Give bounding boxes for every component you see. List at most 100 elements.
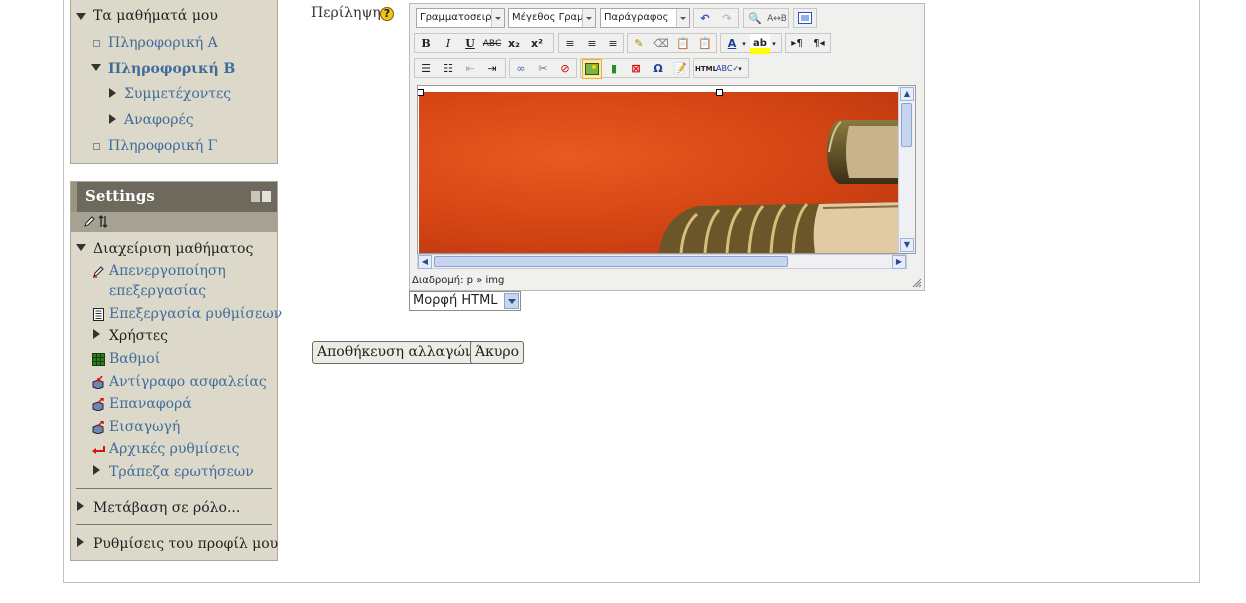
chevron-down-icon[interactable]: ▾ bbox=[739, 34, 749, 54]
editor-content-area[interactable]: ▲ ▼ bbox=[417, 85, 916, 254]
expand-icon bbox=[109, 114, 116, 124]
expand-icon bbox=[93, 329, 100, 339]
toc-icon[interactable]: ⊠ bbox=[626, 59, 646, 79]
scrollbar-thumb[interactable] bbox=[901, 103, 912, 147]
fullscreen-group bbox=[793, 8, 817, 28]
settings-item-label: Επεξεργασία ρυθμίσεων bbox=[109, 306, 283, 322]
font-family-select[interactable]: Γραμματοσειρά bbox=[416, 8, 505, 28]
scroll-up-icon[interactable]: ▲ bbox=[900, 87, 914, 101]
settings-controls-bar bbox=[71, 212, 277, 232]
divider bbox=[76, 488, 272, 489]
scroll-right-icon[interactable]: ▶ bbox=[892, 255, 906, 269]
expand-icon bbox=[109, 88, 116, 98]
cancel-button[interactable]: Άκυρο bbox=[470, 341, 525, 364]
resize-handle[interactable] bbox=[716, 89, 723, 96]
bold-icon[interactable]: B bbox=[416, 34, 436, 54]
clean-paste-group: ✎ ⌫ 📋 📋 bbox=[627, 33, 717, 53]
numbered-list-icon[interactable]: ☷ bbox=[438, 59, 458, 79]
text-format-value: Μορφή HTML bbox=[413, 293, 498, 308]
strikethrough-icon[interactable]: ABC bbox=[482, 34, 502, 54]
expand-icon bbox=[93, 465, 100, 475]
chevron-down-icon[interactable]: ▾ bbox=[734, 59, 746, 79]
nolink-icon[interactable]: ⊘ bbox=[555, 59, 575, 79]
superscript-icon[interactable]: x² bbox=[527, 34, 547, 54]
align-center-icon[interactable]: ≡ bbox=[582, 34, 602, 54]
subscript-icon[interactable]: x₂ bbox=[504, 34, 524, 54]
settings-item-label: Επαναφορά bbox=[109, 396, 192, 412]
settings-block: Settings Διαχείριση μαθήματος Απενεργοπο… bbox=[70, 181, 282, 561]
settings-item-label-line2: επεξεργασίας bbox=[109, 283, 207, 299]
italic-icon[interactable]: I bbox=[438, 34, 458, 54]
books-image[interactable] bbox=[419, 92, 909, 253]
html-spell-group: HTML ABC✓ ▾ bbox=[693, 58, 749, 78]
link-icon[interactable]: ∞ bbox=[511, 59, 531, 79]
pencil-icon bbox=[93, 266, 104, 278]
image-icon[interactable] bbox=[582, 59, 602, 79]
redo-icon[interactable]: ↷ bbox=[717, 9, 737, 29]
fullscreen-icon[interactable] bbox=[795, 8, 815, 28]
highlight-color-icon[interactable]: ab bbox=[750, 34, 770, 54]
align-left-icon[interactable]: ≡ bbox=[560, 34, 580, 54]
scrollbar-thumb[interactable] bbox=[434, 256, 788, 267]
nav-my-courses-label: Τα μαθήματά μου bbox=[93, 8, 218, 24]
unlink-icon[interactable]: ✂ bbox=[533, 59, 553, 79]
undo-icon[interactable]: ↶ bbox=[695, 9, 715, 29]
media-icon[interactable]: ▮ bbox=[604, 59, 624, 79]
collapse-icon bbox=[76, 13, 86, 20]
paste-icon[interactable]: 📋 bbox=[673, 34, 693, 54]
template-icon[interactable]: 📝 bbox=[670, 59, 690, 79]
html-source-icon[interactable]: HTML bbox=[695, 59, 717, 79]
divider bbox=[76, 524, 272, 525]
paste-word-icon[interactable]: 📋 bbox=[695, 34, 715, 54]
scroll-down-icon[interactable]: ▼ bbox=[900, 238, 914, 252]
chevron-down-icon bbox=[491, 9, 504, 27]
text-format-select[interactable]: Μορφή HTML bbox=[409, 291, 521, 311]
settings-doc-icon bbox=[93, 308, 104, 321]
resize-handle[interactable] bbox=[418, 89, 424, 96]
special-char-icon[interactable]: Ω bbox=[648, 59, 668, 79]
resize-grip-icon[interactable] bbox=[912, 278, 922, 288]
bullet-list-icon[interactable]: ☰ bbox=[416, 59, 436, 79]
align-group: ≡ ≡ ≡ bbox=[558, 33, 624, 53]
horizontal-scrollbar[interactable]: ◀ ▶ bbox=[417, 254, 907, 269]
reset-icon bbox=[92, 446, 105, 454]
help-icon[interactable]: ? bbox=[380, 7, 394, 21]
cleanup-icon[interactable]: ✎ bbox=[629, 34, 649, 54]
toolbar-row-2: B I U ABC x₂ x² ≡ ≡ ≡ ✎ ⌫ 📋 📋 A ▾ ab ▾ ▸… bbox=[414, 33, 919, 55]
navigation-block: Τα μαθήματά μου Πληροφορική Α Πληροφορικ… bbox=[70, 0, 278, 164]
save-changes-button[interactable]: Αποθήκευση αλλαγών bbox=[312, 341, 479, 364]
underline-icon[interactable]: U bbox=[460, 34, 480, 54]
font-size-select[interactable]: Μέγεθος Γραμματοσειράς bbox=[508, 8, 596, 28]
outdent-icon[interactable]: ⇤ bbox=[460, 59, 480, 79]
paragraph-format-select[interactable]: Παράγραφος bbox=[600, 8, 690, 28]
expand-icon bbox=[77, 537, 84, 547]
collapse-icon bbox=[76, 244, 86, 251]
direction-group: ▸¶ ¶◂ bbox=[785, 33, 831, 53]
bullet-icon bbox=[93, 40, 100, 47]
books-illustration bbox=[659, 120, 909, 253]
summary-label: Περίληψη bbox=[311, 5, 381, 21]
settings-item-label: Τράπεζα ερωτήσεων bbox=[109, 464, 254, 480]
edit-icon[interactable] bbox=[83, 215, 95, 228]
chevron-down-icon[interactable]: ▾ bbox=[769, 34, 779, 54]
find-icon[interactable]: 🔍 bbox=[745, 9, 765, 29]
switch-role-label: Μετάβαση σε ρόλο... bbox=[93, 500, 241, 516]
rtl-icon[interactable]: ¶◂ bbox=[809, 34, 829, 54]
font-family-select-text: Γραμματοσειρά bbox=[420, 12, 499, 23]
settings-item-label: Βαθμοί bbox=[109, 351, 161, 367]
settings-title: Settings bbox=[85, 187, 155, 205]
move-icon[interactable] bbox=[97, 215, 109, 228]
indent-icon[interactable]: ⇥ bbox=[482, 59, 502, 79]
replace-icon[interactable]: A↔B bbox=[767, 9, 787, 29]
align-right-icon[interactable]: ≡ bbox=[603, 34, 623, 54]
link-group: ∞ ✂ ⊘ bbox=[509, 58, 577, 78]
editor-path: Διαδρομή: p » img bbox=[412, 275, 505, 286]
vertical-scrollbar[interactable]: ▲ ▼ bbox=[898, 86, 915, 253]
dock-block-icon[interactable] bbox=[251, 191, 271, 202]
search-group: 🔍 A↔B bbox=[743, 8, 789, 28]
scroll-left-icon[interactable]: ◀ bbox=[418, 255, 432, 269]
ltr-icon[interactable]: ▸¶ bbox=[787, 34, 807, 54]
eraser-icon[interactable]: ⌫ bbox=[651, 34, 671, 54]
spellcheck-icon[interactable]: ABC✓ bbox=[716, 59, 739, 79]
settings-item-label-line1: Απενεργοποίηση bbox=[109, 263, 226, 279]
